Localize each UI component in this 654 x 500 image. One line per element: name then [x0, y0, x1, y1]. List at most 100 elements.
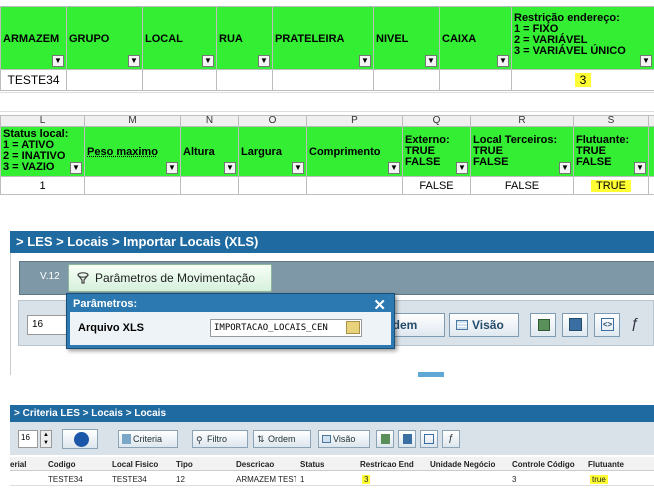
col-serial[interactable]: erial	[10, 460, 26, 469]
save-button[interactable]	[398, 430, 416, 448]
filter-dropdown-icon[interactable]: ▼	[128, 55, 140, 67]
cell-restricao[interactable]: 3	[511, 69, 654, 91]
export-excel-button[interactable]	[376, 430, 394, 448]
floppy-icon	[569, 318, 582, 331]
criteria-title: > Criteria LES > Locais > Locais	[10, 405, 654, 422]
col-descricao[interactable]: Descricao	[236, 460, 274, 469]
filter-dropdown-icon[interactable]: ▼	[359, 55, 371, 67]
cell[interactable]	[306, 176, 403, 195]
header-largura: Largura ▼	[238, 126, 307, 177]
header-restricao: Restrição endereço: 1 = FIXO 2 = VARIÁVE…	[511, 6, 654, 70]
filter-dropdown-icon[interactable]: ▼	[388, 162, 400, 174]
header-next	[648, 126, 654, 177]
filter-icon	[77, 272, 89, 284]
criteria-icon	[122, 434, 131, 444]
arquivo-label: Arquivo XLS	[78, 322, 145, 334]
cell-flutuante: true	[590, 475, 608, 484]
ordem-label: Ordem	[268, 434, 296, 444]
cell-local-fisico: TESTE34	[112, 475, 147, 484]
code-icon: <>	[601, 318, 614, 331]
export-excel-button[interactable]	[530, 313, 556, 337]
header-externo: Externo: TRUE FALSE ▼	[402, 126, 471, 177]
filter-dropdown-icon[interactable]: ▼	[497, 55, 509, 67]
ordem-button[interactable]: ⇅ Ordem	[253, 430, 311, 448]
filter-icon: ⚲	[196, 435, 203, 445]
header-prateleira: PRATELEIRA ▼	[272, 6, 374, 70]
cell[interactable]	[66, 69, 143, 91]
filtro-button[interactable]: ⚲ Filtro	[192, 430, 248, 448]
play-icon	[74, 432, 89, 447]
col-flutuante[interactable]: Flutuante	[588, 460, 624, 469]
parametros-label: Parâmetros de Movimentação	[95, 271, 256, 285]
cell[interactable]	[272, 69, 374, 91]
col-tipo[interactable]: Tipo	[176, 460, 193, 469]
cell-controle-codigo: 3	[512, 475, 517, 484]
grid-header: erial Codigo Local Fisico Tipo Descricao…	[10, 457, 654, 471]
col-status[interactable]: Status	[300, 460, 324, 469]
cell[interactable]	[216, 69, 273, 91]
page-number-field[interactable]: 16	[27, 315, 67, 335]
visao-button[interactable]: Visão	[318, 430, 370, 448]
header-nivel: NIVEL ▼	[373, 6, 440, 70]
key-button[interactable]: ƒ	[442, 430, 460, 448]
criteria-button[interactable]: Criteria	[118, 430, 178, 448]
cell[interactable]	[648, 176, 654, 195]
empty-row	[0, 92, 654, 112]
header-local-terceiros: Local Terceiros: TRUE FALSE ▼	[470, 126, 574, 177]
col-local-fisico[interactable]: Local Fisico	[112, 460, 158, 469]
filter-dropdown-icon[interactable]: ▼	[559, 162, 571, 174]
cell[interactable]	[142, 69, 217, 91]
cell-status[interactable]: 1	[0, 176, 85, 195]
cell[interactable]	[373, 69, 440, 91]
table-row[interactable]: TESTE34 TESTE34 12 ARMAZEM TESTE 1 3 3 t…	[10, 472, 654, 486]
key-icon[interactable]: ƒ	[631, 315, 639, 332]
col-restricao-end[interactable]: Restricao End	[360, 460, 414, 469]
cell-tipo: 12	[176, 475, 185, 484]
page-stepper[interactable]: ▲ ▼	[40, 430, 52, 448]
filter-dropdown-icon[interactable]: ▼	[456, 162, 468, 174]
col-letter: O	[238, 115, 307, 127]
cell[interactable]	[238, 176, 307, 195]
cell[interactable]	[180, 176, 239, 195]
col-unidade-negocio[interactable]: Unidade Negócio	[430, 460, 495, 469]
filter-dropdown-icon[interactable]: ▼	[52, 55, 64, 67]
page-number-field[interactable]: 16	[18, 430, 38, 448]
filter-dropdown-icon[interactable]: ▼	[640, 55, 652, 67]
parametros-popup: Parâmetros: ✕ Arquivo XLS IMPORTACAO_LOC…	[66, 293, 395, 349]
sheet-second: L M N O P Q R S Status local: 1 = ATIVO 2 …	[0, 115, 654, 195]
cell-externo[interactable]: FALSE	[402, 176, 471, 195]
filter-dropdown-icon[interactable]: ▼	[70, 162, 82, 174]
run-button[interactable]	[62, 429, 98, 449]
col-letter: P	[306, 115, 403, 127]
filter-dropdown-icon[interactable]: ▼	[292, 162, 304, 174]
col-letter	[648, 115, 654, 127]
cell-flutuante[interactable]: TRUE	[573, 176, 649, 195]
header-altura: Altura ▼	[180, 126, 239, 177]
cell-local-terceiros[interactable]: FALSE	[470, 176, 574, 195]
code-button[interactable]: <>	[594, 313, 620, 337]
col-letter: L	[0, 115, 85, 127]
col-codigo[interactable]: Codigo	[48, 460, 76, 469]
version-label: V.12	[40, 271, 60, 282]
header-comprimento: Comprimento ▼	[306, 126, 403, 177]
filter-dropdown-icon[interactable]: ▼	[202, 55, 214, 67]
visao-button[interactable]: Visão	[449, 313, 519, 337]
col-controle-codigo[interactable]: Controle Código	[512, 460, 575, 469]
code-icon	[424, 434, 434, 444]
parametros-movimentacao-button[interactable]: Parâmetros de Movimentação	[68, 264, 272, 292]
arquivo-input[interactable]: IMPORTACAO_LOCAIS_CEN	[210, 319, 362, 337]
cell-codigo: TESTE34	[48, 475, 83, 484]
cell-armazem[interactable]: TESTE34	[0, 69, 67, 91]
filter-dropdown-icon[interactable]: ▼	[166, 162, 178, 174]
filter-dropdown-icon[interactable]: ▼	[425, 55, 437, 67]
code-button[interactable]	[420, 430, 438, 448]
filter-dropdown-icon[interactable]: ▼	[634, 162, 646, 174]
save-button[interactable]	[562, 313, 588, 337]
col-letter: M	[84, 115, 181, 127]
browse-file-icon[interactable]	[346, 321, 360, 334]
cell[interactable]	[84, 176, 181, 195]
popup-body: Arquivo XLS IMPORTACAO_LOCAIS_CEN	[70, 312, 391, 345]
cell[interactable]	[439, 69, 512, 91]
filter-dropdown-icon[interactable]: ▼	[258, 55, 270, 67]
filter-dropdown-icon[interactable]: ▼	[224, 162, 236, 174]
